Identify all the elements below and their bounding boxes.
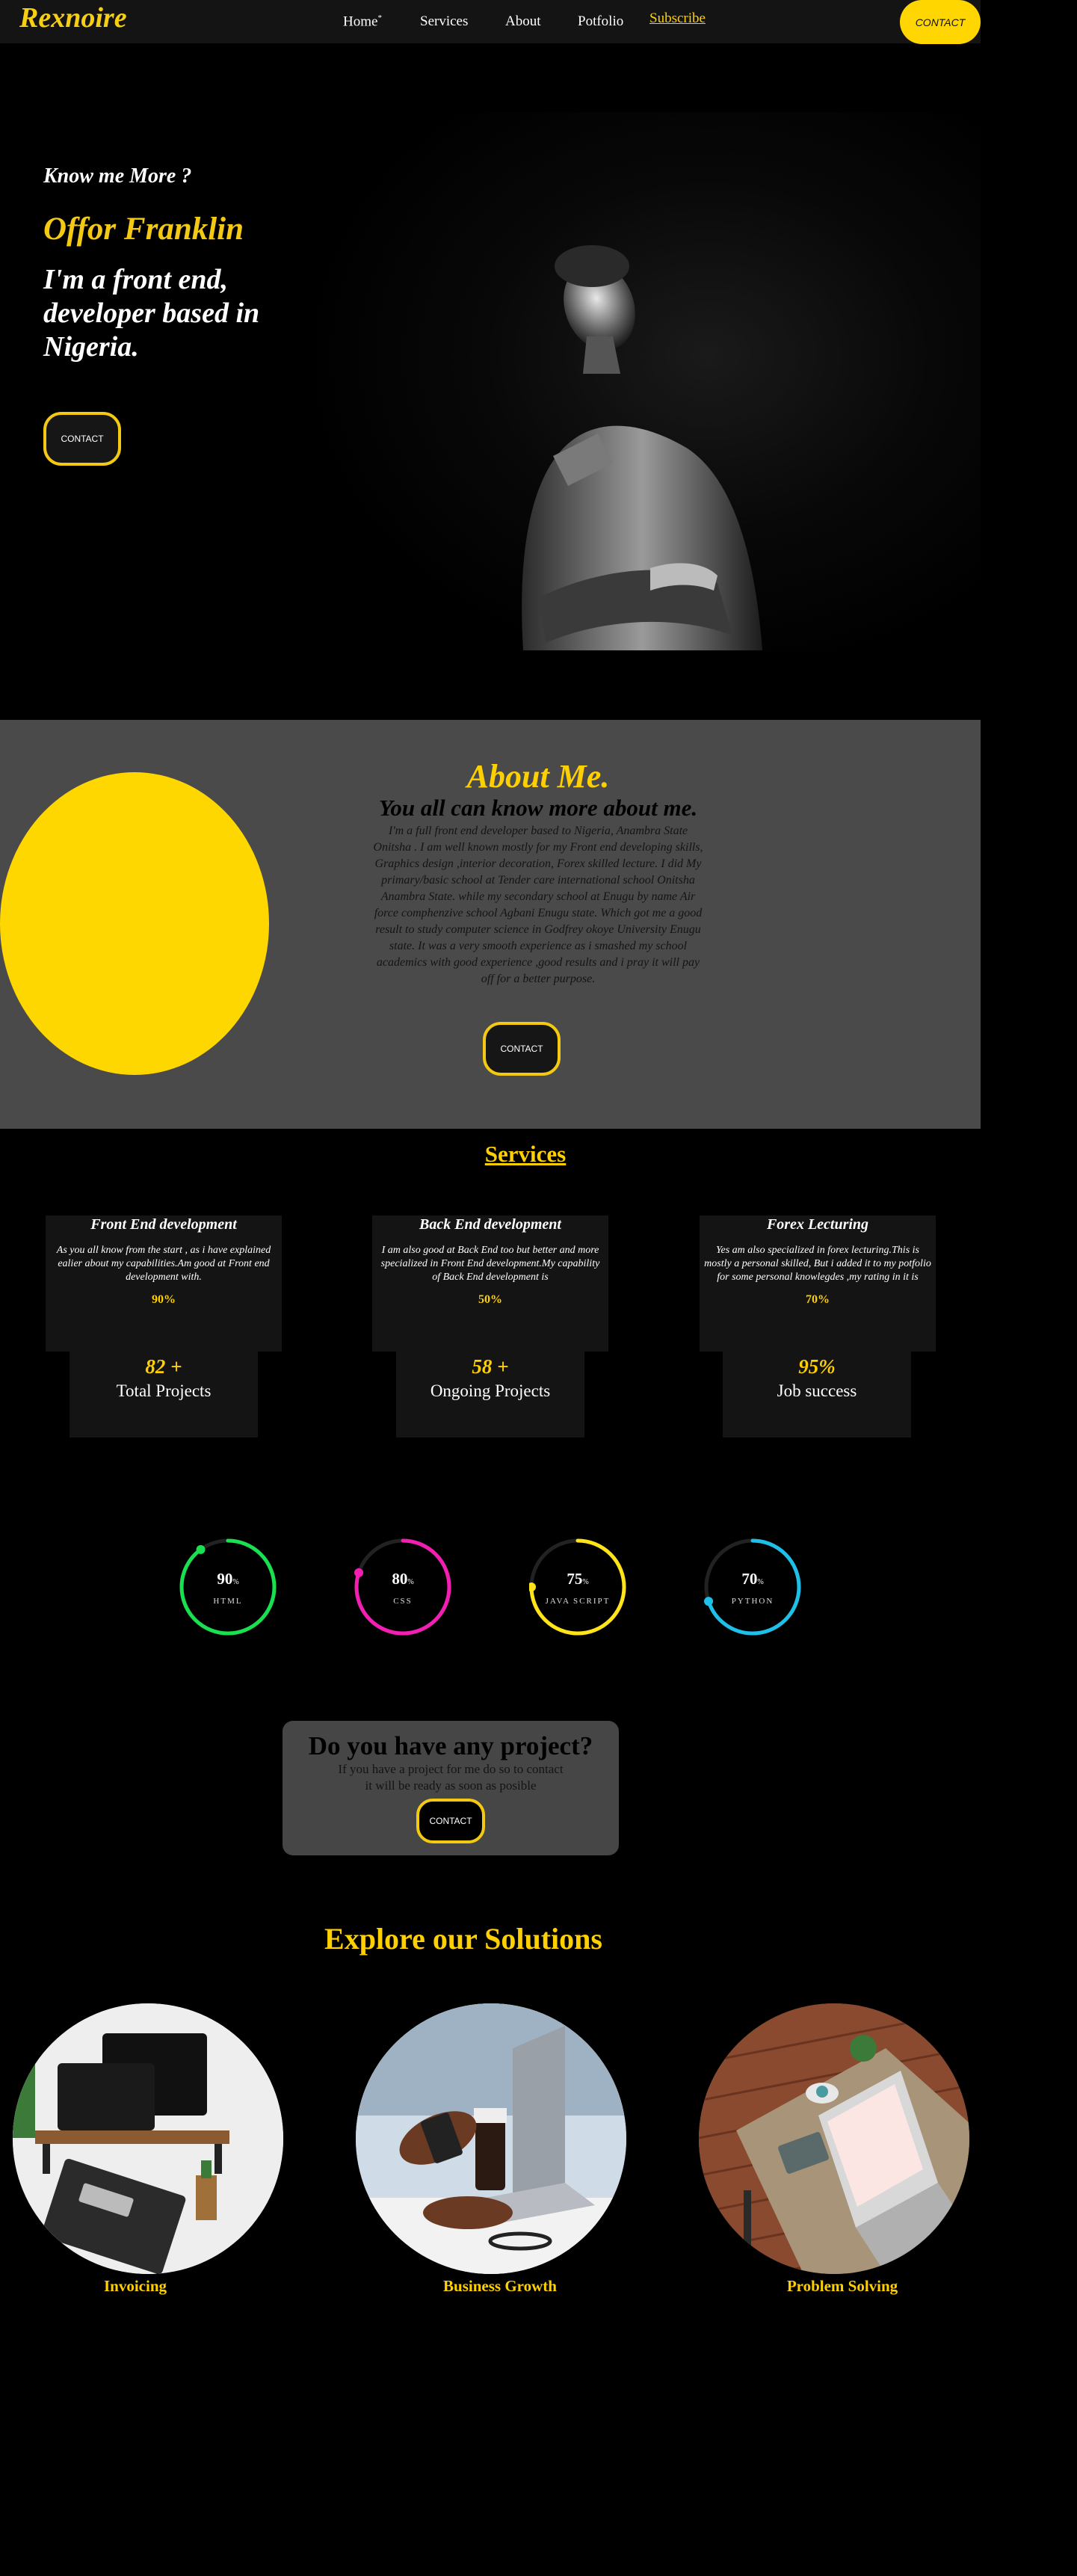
site-logo[interactable]: Rexnoire [19, 1, 127, 34]
hero-portrait-image [299, 112, 981, 652]
stat-card-job-success: 95% Job success [723, 1352, 911, 1438]
about-contact-button[interactable]: CONTACT [483, 1022, 561, 1076]
nav-link-portfolio[interactable]: Potfolio [578, 13, 623, 30]
hero-name: Offor Franklin [43, 212, 244, 247]
about-body-text: I'm a full front end developer based to … [373, 825, 703, 985]
skill-value: 80% [392, 1570, 414, 1588]
skill-name: JAVA SCRIPT [545, 1597, 611, 1606]
solution-image-problem-solving [699, 2003, 969, 2274]
service-percent: 70% [806, 1293, 830, 1306]
solution-label-problem-solving: Problem Solving [786, 2277, 898, 2295]
solution-label-invoicing: Invoicing [103, 2277, 167, 2295]
skill-value: 90% [217, 1570, 239, 1588]
skill-ring-dot [196, 1544, 206, 1554]
skill-name: PYTHON [731, 1597, 774, 1606]
nav-link-services[interactable]: Services [420, 13, 468, 30]
stat-card-total-projects: 82 + Total Projects [70, 1352, 258, 1438]
stat-card-ongoing-projects: 58 + Ongoing Projects [396, 1352, 584, 1438]
hero-tagline: I'm a front end, developer based in Nige… [43, 264, 260, 363]
stat-number: 95% [798, 1355, 836, 1378]
about-decorative-circle [0, 772, 269, 1075]
skill-ring-css: 80% CSS [354, 1538, 451, 1636]
project-title: Do you have any project? [308, 1731, 593, 1760]
project-text-line: it will be ready as soon as posible [365, 1778, 537, 1793]
skill-value: 70% [741, 1570, 764, 1588]
stat-label: Ongoing Projects [430, 1381, 551, 1400]
skill-value: 75% [567, 1570, 589, 1588]
service-title: Forex Lecturing [766, 1216, 869, 1233]
skill-ring-javascript: 75% JAVA SCRIPT [529, 1538, 626, 1636]
service-title: Front End development [90, 1216, 237, 1233]
hero-kicker: Know me More ? [43, 164, 192, 188]
skill-name: HTML [213, 1597, 243, 1606]
service-card-forex: Forex Lecturing Yes am also specialized … [700, 1215, 936, 1352]
skill-ring-html: 90% HTML [179, 1538, 277, 1636]
service-percent: 90% [152, 1293, 176, 1306]
service-card-backend: Back End development I am also good at B… [372, 1215, 608, 1352]
service-description: I am also good at Back End too but bette… [380, 1245, 600, 1283]
nav-link-about[interactable]: About [505, 13, 541, 30]
nav-contact-button[interactable]: CONTACT [900, 0, 981, 44]
project-text-line: If you have a project for me do so to co… [338, 1762, 564, 1776]
service-percent: 50% [478, 1293, 502, 1306]
about-title: About Me. [466, 758, 610, 795]
solution-image-business-growth [356, 2003, 626, 2274]
project-cta-card: Do you have any project? If you have a p… [283, 1721, 619, 1855]
project-contact-button[interactable]: CONTACT [416, 1799, 485, 1843]
solution-image-invoicing [13, 2003, 283, 2274]
service-card-frontend: Front End development As you all know fr… [46, 1215, 282, 1352]
service-description: As you all know from the start , as i ha… [56, 1245, 271, 1283]
solution-label-business-growth: Business Growth [443, 2277, 557, 2295]
skill-name: CSS [393, 1597, 413, 1606]
nav-link-subscribe[interactable]: Subscribe [649, 10, 706, 27]
stat-number: 58 + [472, 1355, 509, 1378]
hero-contact-button[interactable]: CONTACT [43, 412, 121, 466]
about-section: About Me. You all can know more about me… [0, 720, 981, 1129]
services-heading: Services [484, 1141, 567, 1167]
stat-label: Total Projects [116, 1381, 212, 1400]
about-subtitle: You all can know more about me. [378, 795, 698, 821]
stat-label: Job success [777, 1381, 857, 1400]
service-description: Yes am also specialized in forex lecturi… [704, 1245, 931, 1283]
top-navbar: Rexnoire Home* Services About Potfolio S… [0, 0, 981, 44]
skill-ring-python: 70% PYTHON [704, 1538, 801, 1636]
nav-link-home[interactable]: Home* [343, 13, 382, 30]
stat-number: 82 + [145, 1355, 182, 1378]
solutions-heading: Explore our Solutions [324, 1922, 602, 1956]
service-title: Back End development [419, 1216, 561, 1233]
